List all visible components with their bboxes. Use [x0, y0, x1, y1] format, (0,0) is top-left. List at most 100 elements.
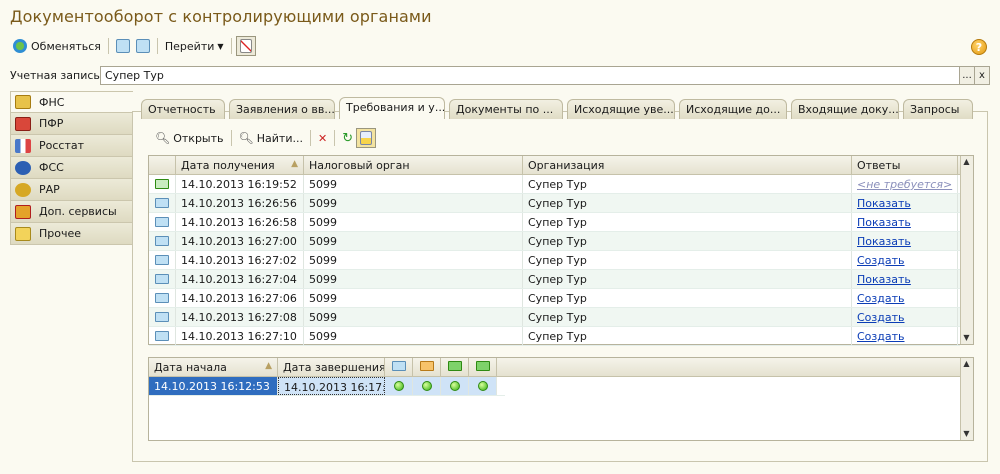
answer-cell: Создать	[852, 251, 958, 269]
column-header-status-1[interactable]	[385, 358, 413, 376]
scroll-down-icon[interactable]: ▼	[961, 332, 972, 343]
answer-link[interactable]: Создать	[857, 254, 905, 267]
tab-reports[interactable]: Отчетность	[141, 99, 225, 119]
tab-outgoing-notices[interactable]: Исходящие уве...	[567, 99, 675, 119]
tab-applications[interactable]: Заявления о вв...	[229, 99, 335, 119]
go-menu-button[interactable]: Перейти ▼	[162, 36, 227, 56]
answer-link[interactable]: Создать	[857, 292, 905, 305]
date-cell: 14.10.2013 16:27:06	[176, 289, 304, 307]
answer-cell: Создать	[852, 327, 958, 345]
answer-link[interactable]: Показать	[857, 216, 911, 229]
help-icon[interactable]: ?	[971, 39, 987, 55]
answer-link[interactable]: Создать	[857, 311, 905, 324]
column-header-label: Дата получения	[181, 159, 275, 172]
start-date-cell: 14.10.2013 16:12:53	[149, 377, 278, 395]
find-button[interactable]: 🔍︎ Найти...	[236, 128, 306, 148]
subtable-scrollbar[interactable]: ▲ ▼	[960, 358, 973, 440]
table-row[interactable]: 14.10.2013 16:27:00 5099 Супер Тур Показать	[149, 232, 960, 251]
sidebar-item-rar[interactable]: РАР	[10, 179, 133, 201]
answer-link[interactable]: Создать	[857, 330, 905, 343]
tab-requirements[interactable]: Требования и у...	[339, 97, 445, 119]
end-date-cell: 14.10.2013 16:17:01	[278, 377, 385, 395]
answer-link[interactable]: Показать	[857, 235, 911, 248]
scroll-up-icon[interactable]: ▲	[961, 358, 972, 369]
table-row[interactable]: 14.10.2013 16:19:52 5099 Супер Тур <не треб…	[149, 175, 960, 194]
date-cell: 14.10.2013 16:27:02	[176, 251, 304, 269]
tab-outgoing-docs[interactable]: Исходящие до...	[679, 99, 787, 119]
table-row[interactable]: 14.10.2013 16:27:08 5099 Супер Тур Создать	[149, 308, 960, 327]
table-row[interactable]: 14.10.2013 16:27:04 5099 Супер Тур Показать	[149, 270, 960, 289]
authority-cell: 5099	[304, 308, 523, 326]
authority-cell: 5099	[304, 251, 523, 269]
tab-documents[interactable]: Документы по ...	[449, 99, 563, 119]
column-header-date[interactable]: Дата получения ▲	[176, 156, 304, 174]
table-row[interactable]: 14.10.2013 16:27:02 5099 Супер Тур Создать	[149, 251, 960, 270]
answer-link[interactable]: Показать	[857, 273, 911, 286]
column-header-status-2[interactable]	[413, 358, 441, 376]
table-row[interactable]: 14.10.2013 16:27:10 5099 Супер Тур Создать	[149, 327, 960, 346]
answer-link[interactable]: Показать	[857, 197, 911, 210]
column-header-authority[interactable]: Налоговый орган	[304, 156, 523, 174]
sidebar-item-other[interactable]: Прочее	[10, 223, 133, 245]
answer-cell: Показать	[852, 232, 958, 250]
account-select-button[interactable]: ...	[959, 66, 975, 85]
column-header-icon	[149, 156, 176, 174]
status-ok-icon	[477, 381, 488, 391]
clear-search-icon: ✕	[317, 131, 328, 145]
table-row[interactable]: 14.10.2013 16:26:58 5099 Супер Тур Показать	[149, 213, 960, 232]
table-body: 14.10.2013 16:19:52 5099 Супер Тур <не треб…	[149, 175, 960, 346]
fss-icon	[15, 160, 31, 175]
authority-cell: 5099	[304, 232, 523, 250]
filter-button[interactable]	[356, 128, 377, 148]
status-cell	[385, 377, 413, 395]
account-field[interactable]: Супер Тур	[100, 66, 960, 85]
download-button[interactable]	[113, 36, 133, 56]
exchange-label: Обменяться	[31, 39, 101, 53]
table-row[interactable]: 14.10.2013 16:12:53 14.10.2013 16:17:01	[149, 377, 505, 396]
authority-cell: 5099	[304, 327, 523, 345]
envelope-icon	[155, 274, 169, 284]
tab-incoming-docs[interactable]: Входящие доку...	[791, 99, 899, 119]
sidebar-item-rosstat[interactable]: Росстат	[10, 135, 133, 157]
row-icon-cell	[149, 175, 176, 193]
scroll-up-icon[interactable]: ▲	[961, 156, 972, 167]
toolbar-separator	[230, 38, 232, 54]
send-button[interactable]	[133, 36, 153, 56]
column-header-answers[interactable]: Ответы	[852, 156, 958, 174]
column-header-status-4[interactable]	[469, 358, 497, 376]
table-row[interactable]: 14.10.2013 16:26:56 5099 Супер Тур Показать	[149, 194, 960, 213]
sidebar-item-fns[interactable]: ФНС	[10, 91, 133, 113]
column-header-status-3[interactable]	[441, 358, 469, 376]
column-header-organization[interactable]: Организация	[523, 156, 852, 174]
sidebar-item-services[interactable]: Доп. сервисы	[10, 201, 133, 223]
tab-requests[interactable]: Запросы	[903, 99, 973, 119]
column-header-end[interactable]: Дата завершения	[278, 358, 385, 376]
rosstat-icon	[15, 138, 31, 153]
table-scrollbar[interactable]: ▲ ▼	[960, 156, 973, 344]
status-ok-icon	[421, 381, 432, 391]
column-header-start[interactable]: Дата начала ▲	[149, 358, 278, 376]
magnifier-icon: 🔍︎	[155, 131, 171, 145]
go-menu-label: Перейти	[164, 39, 215, 53]
account-clear-button[interactable]: x	[974, 66, 990, 85]
tab-bar: Отчетность Заявления о вв... Требования …	[141, 97, 977, 119]
toolbar-separator	[107, 38, 109, 54]
sidebar-item-fss[interactable]: ФСС	[10, 157, 133, 179]
date-cell: 14.10.2013 16:27:10	[176, 327, 304, 345]
sidebar: ФНС ПФР Росстат ФСС РАР Доп. сервисы Про…	[10, 91, 133, 245]
toolbar-separator	[334, 130, 336, 146]
scroll-down-icon[interactable]: ▼	[961, 428, 972, 439]
sidebar-item-label: ФНС	[39, 95, 65, 109]
table-row[interactable]: 14.10.2013 16:27:06 5099 Супер Тур Создать	[149, 289, 960, 308]
refresh-button[interactable]: ↻	[339, 128, 356, 148]
table-header: Дата получения ▲ Налоговый орган Организ…	[149, 156, 973, 175]
open-button[interactable]: 🔍︎ Открыть	[152, 128, 227, 148]
clear-search-button[interactable]: ✕	[315, 128, 330, 148]
answer-link[interactable]: <не требуется>	[857, 178, 952, 191]
sidebar-item-label: ФСС	[39, 161, 64, 174]
envelope-icon	[155, 255, 169, 265]
toggle-button[interactable]	[235, 36, 256, 56]
exchange-button[interactable]: Обменяться	[10, 36, 104, 56]
authority-cell: 5099	[304, 194, 523, 212]
sidebar-item-pfr[interactable]: ПФР	[10, 113, 133, 135]
